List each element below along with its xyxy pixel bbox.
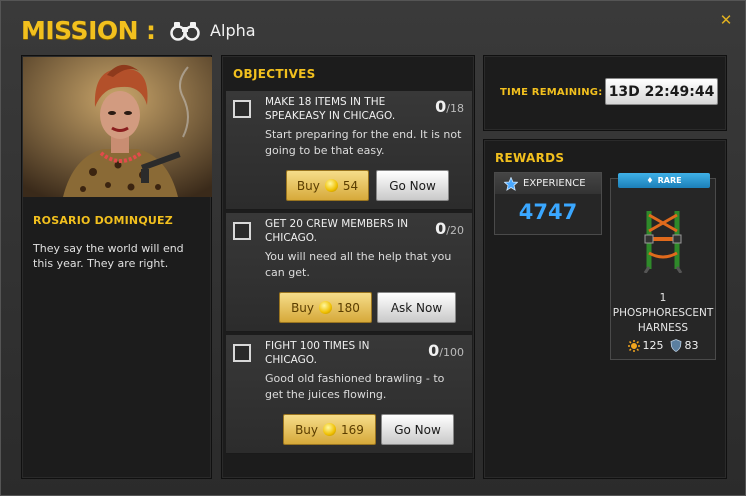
objective-item: MAKE 18 ITEMS IN THE SPEAKEASY IN CHICAG…	[226, 91, 472, 210]
close-icon[interactable]: ✕	[719, 13, 733, 28]
buy-button[interactable]: Buy 180	[279, 292, 372, 323]
buy-label: Buy	[296, 178, 320, 193]
objective-title: GET 20 CREW MEMBERS IN CHICAGO.	[265, 218, 409, 244]
character-portrait	[23, 57, 212, 197]
time-remaining-value: 13D 22:49:44	[605, 78, 718, 105]
buy-cost: 54	[342, 178, 359, 193]
character-name: ROSARIO DOMINQUEZ	[33, 214, 173, 227]
coin-icon	[324, 179, 338, 192]
buy-cost: 180	[337, 300, 360, 315]
character-description: They say the world will end this year. T…	[33, 242, 184, 270]
objectives-panel: OBJECTIVES MAKE 18 ITEMS IN THE SPEAKEAS…	[221, 55, 475, 479]
objective-item: GET 20 CREW MEMBERS IN CHICAGO. 0/20 You…	[226, 213, 472, 332]
objective-title: MAKE 18 ITEMS IN THE SPEAKEASY IN CHICAG…	[265, 96, 396, 122]
objective-progress: 0/100	[428, 341, 464, 360]
item-stats: 125 83	[611, 339, 715, 352]
mission-name: Alpha	[210, 20, 256, 40]
time-remaining-label: TIME REMAINING:	[500, 87, 603, 98]
objective-description: Start preparing for the end. It is not g…	[265, 128, 462, 157]
item-quantity: 1	[659, 292, 667, 304]
rewards-panel: REWARDS EXPERIENCE 4747 ♦ RARE 1 PHOSPHO…	[483, 139, 727, 479]
harness-icon	[643, 211, 683, 273]
shield-icon	[670, 339, 681, 352]
experience-label: EXPERIENCE	[523, 178, 586, 189]
rare-badge: ♦ RARE	[618, 173, 710, 188]
objective-progress: 0/18	[435, 97, 464, 116]
defense-stat: 83	[670, 339, 699, 352]
star-icon	[504, 176, 518, 191]
attack-stat: 125	[627, 339, 664, 352]
character-panel: ROSARIO DOMINQUEZ They say the world wil…	[21, 55, 212, 479]
ask-now-button[interactable]: Ask Now	[377, 292, 456, 323]
objective-item: FIGHT 100 TIMES IN CHICAGO. 0/100 Good o…	[226, 335, 472, 454]
mission-label: MISSION	[21, 15, 139, 45]
objective-checkbox[interactable]	[233, 222, 251, 240]
item-reward[interactable]: ♦ RARE 1 PHOSPHORESCENT HARNESS 125 83	[610, 173, 716, 360]
buy-button[interactable]: Buy 54	[286, 170, 369, 201]
objectives-title: OBJECTIVES	[233, 67, 316, 81]
objective-description: Good old fashioned brawling - to get the…	[265, 372, 445, 401]
header: MISSION : Alpha	[21, 13, 256, 47]
diamond-icon: ♦	[646, 176, 654, 185]
item-title: PHOSPHORESCENT HARNESS	[612, 307, 714, 334]
buy-label: Buy	[291, 300, 315, 315]
coin-icon	[319, 301, 333, 314]
attack-icon	[627, 339, 640, 352]
buy-label: Buy	[295, 422, 319, 437]
go-now-button[interactable]: Go Now	[381, 414, 454, 445]
objective-description: You will need all the help that you can …	[265, 250, 452, 279]
experience-reward: EXPERIENCE 4747	[494, 172, 602, 235]
go-now-button[interactable]: Go Now	[376, 170, 449, 201]
objective-title: FIGHT 100 TIMES IN CHICAGO.	[265, 340, 370, 366]
rewards-title: REWARDS	[495, 151, 565, 165]
binoculars-icon	[170, 22, 200, 41]
coin-icon	[323, 423, 337, 436]
buy-cost: 169	[341, 422, 364, 437]
experience-header: EXPERIENCE	[495, 173, 601, 194]
item-name: 1 PHOSPHORESCENT HARNESS	[611, 291, 715, 336]
objective-checkbox[interactable]	[233, 100, 251, 118]
objective-checkbox[interactable]	[233, 344, 251, 362]
rarity-label: RARE	[657, 176, 682, 185]
time-panel: TIME REMAINING: 13D 22:49:44	[483, 55, 727, 131]
mission-colon: :	[146, 15, 157, 45]
experience-value: 4747	[518, 200, 578, 224]
mission-dialog: MISSION : Alpha ✕ ROSARIO DOMINQUEZ They…	[0, 0, 746, 496]
buy-button[interactable]: Buy 169	[283, 414, 376, 445]
objective-progress: 0/20	[435, 219, 464, 238]
